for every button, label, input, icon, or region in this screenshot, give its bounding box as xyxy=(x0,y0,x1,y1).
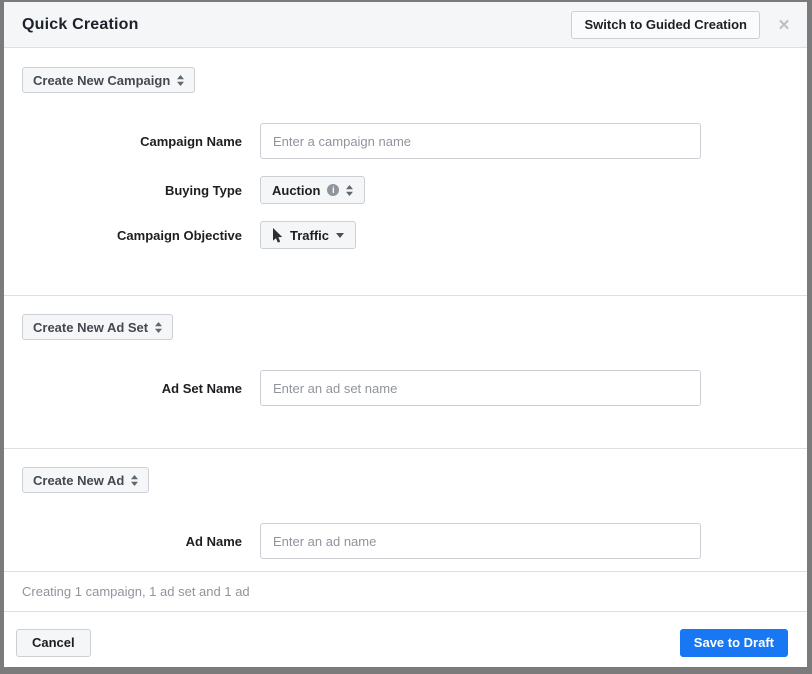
ad-name-row: Ad Name xyxy=(4,523,807,559)
create-new-ad-dropdown[interactable]: Create New Ad xyxy=(22,467,149,493)
switch-to-guided-creation-button[interactable]: Switch to Guided Creation xyxy=(571,11,760,39)
creation-summary-text: Creating 1 campaign, 1 ad set and 1 ad xyxy=(22,584,250,599)
caret-down-icon xyxy=(336,233,344,238)
status-bar: Creating 1 campaign, 1 ad set and 1 ad xyxy=(4,572,807,612)
campaign-name-input[interactable] xyxy=(260,123,701,159)
cancel-button[interactable]: Cancel xyxy=(16,629,91,657)
buying-type-value: Auction xyxy=(272,183,320,198)
quick-creation-modal: Quick Creation Switch to Guided Creation… xyxy=(4,2,807,667)
close-icon[interactable]: ✕ xyxy=(773,14,795,36)
updown-carets-icon xyxy=(177,75,184,86)
ad-name-label: Ad Name xyxy=(4,534,242,549)
updown-carets-icon xyxy=(346,185,353,196)
create-new-adset-dropdown[interactable]: Create New Ad Set xyxy=(22,314,173,340)
campaign-objective-label: Campaign Objective xyxy=(4,228,242,243)
campaign-objective-row: Campaign Objective Traffic xyxy=(4,221,807,249)
create-new-campaign-label: Create New Campaign xyxy=(33,73,170,88)
mouse-pointer-icon xyxy=(272,228,283,243)
create-new-campaign-dropdown[interactable]: Create New Campaign xyxy=(22,67,195,93)
modal-footer: Cancel Save to Draft xyxy=(4,612,807,667)
adset-name-row: Ad Set Name xyxy=(4,370,807,406)
updown-carets-icon xyxy=(155,322,162,333)
ad-section: Create New Ad Ad Name xyxy=(4,449,807,572)
buying-type-row: Buying Type Auction i xyxy=(4,176,807,204)
campaign-objective-dropdown[interactable]: Traffic xyxy=(260,221,356,249)
adset-name-label: Ad Set Name xyxy=(4,381,242,396)
campaign-objective-value: Traffic xyxy=(290,228,329,243)
campaign-name-label: Campaign Name xyxy=(4,134,242,149)
buying-type-label: Buying Type xyxy=(4,183,242,198)
campaign-section: Create New Campaign Campaign Name Buying… xyxy=(4,48,807,296)
campaign-name-row: Campaign Name xyxy=(4,123,807,159)
ad-name-input[interactable] xyxy=(260,523,701,559)
adset-section: Create New Ad Set Ad Set Name xyxy=(4,296,807,449)
updown-carets-icon xyxy=(131,475,138,486)
buying-type-dropdown[interactable]: Auction i xyxy=(260,176,365,204)
create-new-adset-label: Create New Ad Set xyxy=(33,320,148,335)
info-icon: i xyxy=(327,184,339,196)
adset-name-input[interactable] xyxy=(260,370,701,406)
create-new-ad-label: Create New Ad xyxy=(33,473,124,488)
modal-header: Quick Creation Switch to Guided Creation… xyxy=(4,2,807,48)
modal-title: Quick Creation xyxy=(22,16,571,34)
save-to-draft-button[interactable]: Save to Draft xyxy=(680,629,788,657)
